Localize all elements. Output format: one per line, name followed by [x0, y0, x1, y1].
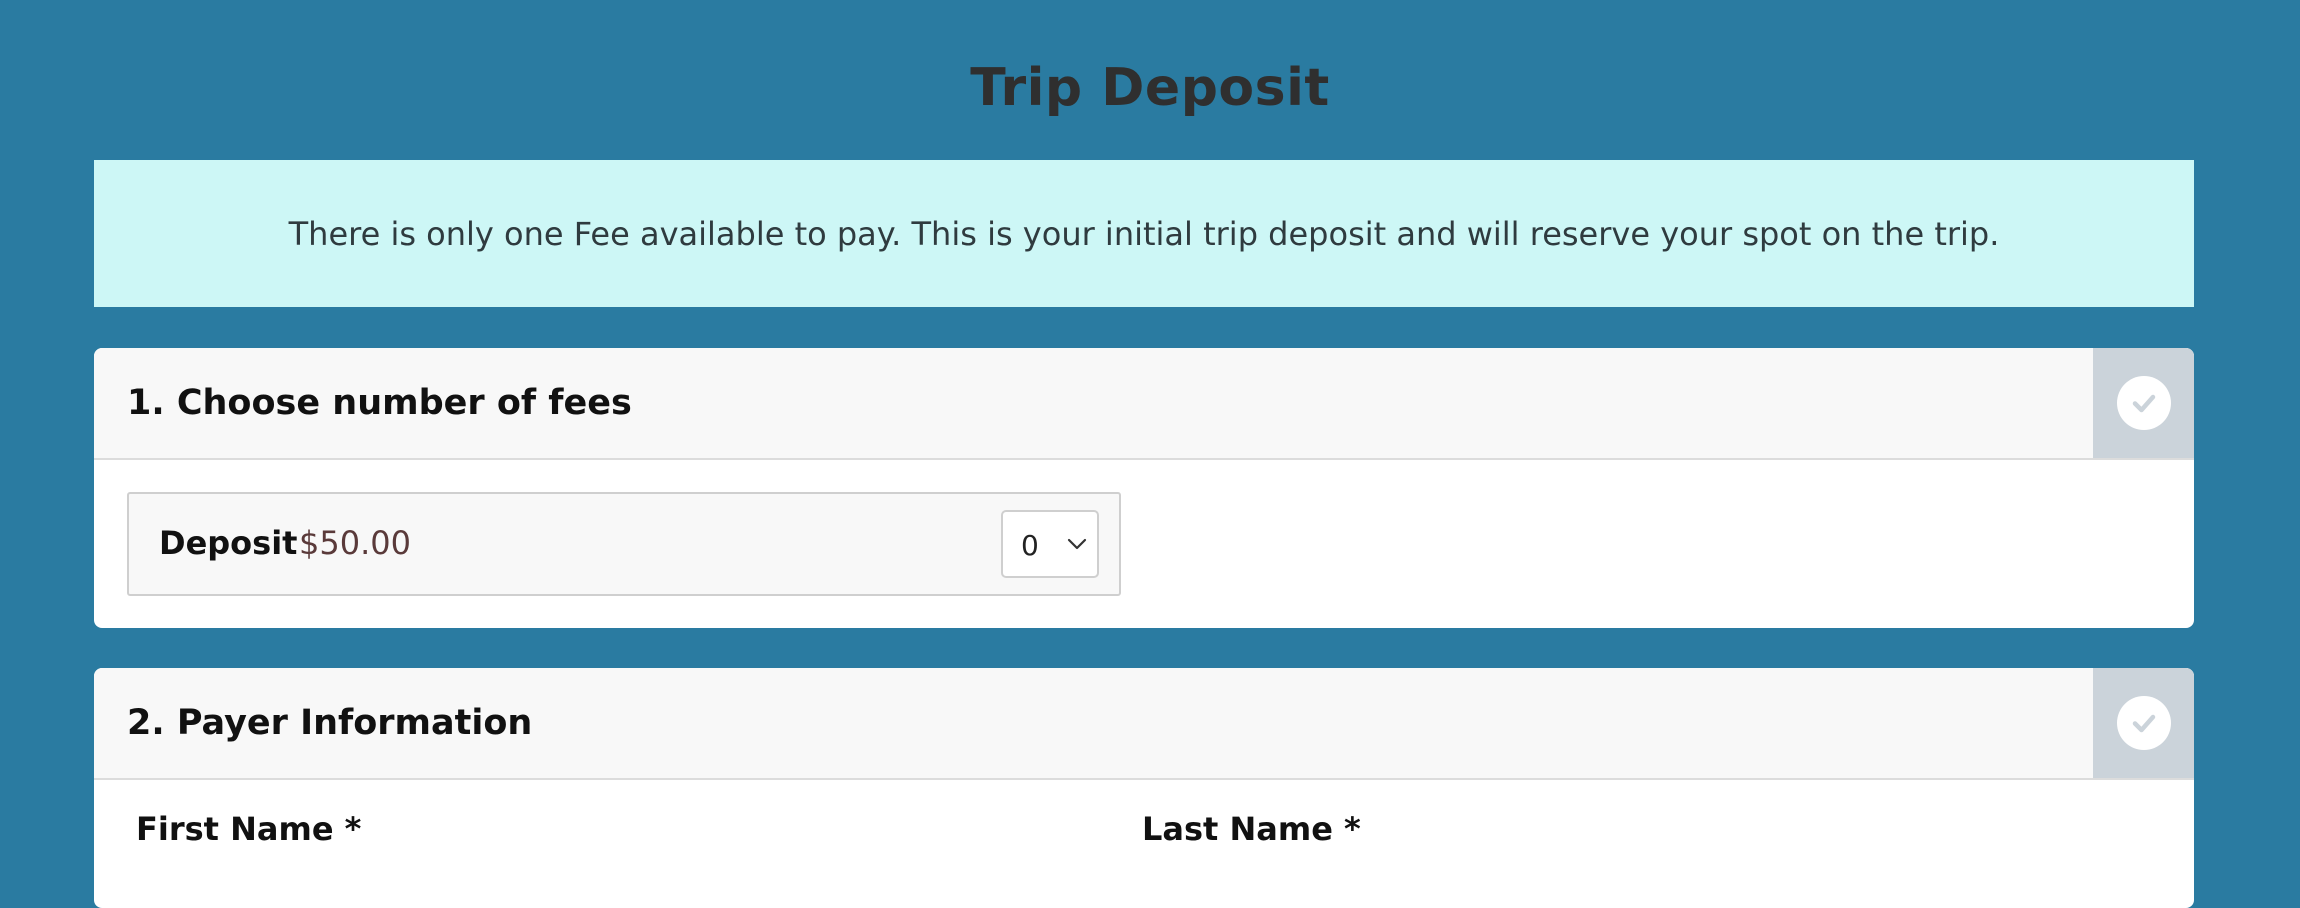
- check-circle-icon: [2116, 376, 2171, 430]
- payer-section: 2. Payer Information First Name * Last N…: [94, 668, 2194, 908]
- fees-section: 1. Choose number of fees Deposit $50.00 …: [94, 348, 2194, 628]
- fee-quantity-select[interactable]: 0: [1001, 510, 1099, 578]
- payer-status-tab: [2093, 668, 2194, 778]
- page-title: Trip Deposit: [970, 58, 1330, 118]
- fee-quantity-value: 0: [1021, 529, 1039, 562]
- fees-section-header[interactable]: 1. Choose number of fees: [94, 348, 2194, 460]
- chevron-down-icon: [1067, 536, 1087, 555]
- last-name-label: Last Name *: [1142, 810, 1361, 848]
- info-notice: There is only one Fee available to pay. …: [94, 160, 2194, 307]
- fees-status-tab: [2093, 348, 2194, 458]
- notice-text: There is only one Fee available to pay. …: [288, 214, 2000, 253]
- fee-name: Deposit: [159, 524, 298, 562]
- payer-section-title: 2. Payer Information: [127, 703, 533, 743]
- check-circle-icon: [2116, 696, 2171, 750]
- fee-item-deposit: Deposit $50.00 0: [127, 492, 1121, 596]
- first-name-label: First Name *: [136, 810, 362, 848]
- fees-section-title: 1. Choose number of fees: [127, 383, 632, 423]
- fee-price: $50.00: [299, 524, 411, 562]
- payer-section-header[interactable]: 2. Payer Information: [94, 668, 2194, 780]
